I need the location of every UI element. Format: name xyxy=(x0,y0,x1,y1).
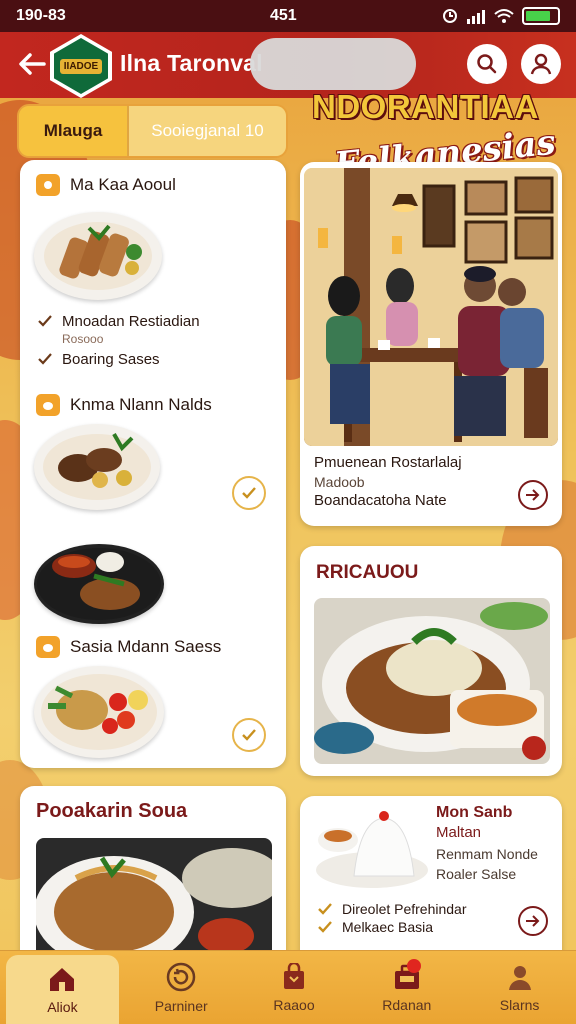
restaurant-photo xyxy=(304,168,558,446)
recommendation-card[interactable]: RRICAUOU xyxy=(300,546,562,776)
profile-icon xyxy=(508,965,531,990)
signal-icon xyxy=(467,10,485,24)
rice-check-1: Direolet Pefrehindar xyxy=(316,900,467,918)
category-tabs: Mlauga Sooiegjanal 10 xyxy=(17,104,288,158)
rice-check-2: Melkaec Basia xyxy=(316,918,433,936)
app-title: Ilna Taronval xyxy=(120,50,263,76)
bag-icon xyxy=(283,962,304,989)
rice-image xyxy=(314,806,432,892)
menu-section-title: Knma Nlann Nalds xyxy=(70,395,212,414)
dish-image-nasi-goreng[interactable] xyxy=(34,666,164,758)
status-icons xyxy=(442,7,560,25)
wifi-icon xyxy=(494,9,514,23)
dish-image-rendang[interactable] xyxy=(34,424,160,510)
refresh-icon xyxy=(166,962,196,991)
status-bar: 190-83 451 xyxy=(0,0,576,32)
menu-card: Ma Kaa Aooul Mnoadan Restiadian Rosooo B… xyxy=(20,160,286,768)
rice-next-button[interactable] xyxy=(518,906,548,936)
promo-title-line1: NDORANTIAA xyxy=(312,88,539,125)
rice-title: Mon Sanb xyxy=(436,804,513,821)
tab-menu[interactable]: Mlauga xyxy=(19,106,129,156)
popular-title: Pooakarin Soua xyxy=(36,800,188,822)
check-icon xyxy=(242,487,256,499)
select-dish-button[interactable] xyxy=(232,476,266,510)
recommendation-title: RRICAUOU xyxy=(316,562,419,583)
restaurant-next-button[interactable] xyxy=(518,480,548,510)
restaurant-detail: Boandacatoha Nate xyxy=(314,492,447,509)
menu-section-title: Sasia Mdann Saess xyxy=(70,637,222,656)
home-icon xyxy=(50,967,75,991)
status-time: 190-83 xyxy=(16,7,66,24)
menu-section-header: Ma Kaa Aooul xyxy=(36,174,176,196)
check-icon xyxy=(318,921,332,933)
popular-image xyxy=(36,838,272,956)
nav-orders[interactable]: Rdanan xyxy=(350,951,463,1024)
nav-refresh[interactable]: Parniner xyxy=(125,951,238,1024)
dish-image-satay[interactable] xyxy=(34,212,162,300)
dish-image-sambal[interactable] xyxy=(34,544,164,624)
rice-card[interactable]: Mon Sanb Maltan Renmam Nonde Roaler Sals… xyxy=(300,796,562,956)
menu-section-header: Sasia Mdann Saess xyxy=(36,636,221,658)
tab-specials[interactable]: Sooiegjanal 10 xyxy=(129,106,286,156)
rice-detail-2: Roaler Salse xyxy=(436,866,517,882)
nav-bag[interactable]: Raaoo xyxy=(238,951,351,1024)
rice-subtitle: Maltan xyxy=(436,824,482,841)
logo-badge: IIADOE xyxy=(59,58,103,74)
check-item-1: Mnoadan Restiadian xyxy=(36,312,200,330)
check-subtext: Rosooo xyxy=(62,332,104,346)
check-item-2: Boaring Sases xyxy=(36,350,160,368)
bread-icon xyxy=(36,636,60,658)
restaurant-subtitle: Madoob xyxy=(314,474,365,490)
arrow-left-icon xyxy=(19,53,46,75)
search-icon xyxy=(477,54,497,74)
recommendation-image xyxy=(314,598,550,764)
check-icon xyxy=(318,903,332,915)
user-icon xyxy=(530,53,552,75)
check-icon xyxy=(38,315,52,327)
arrow-right-icon xyxy=(526,489,540,501)
bottom-navigation: Aliok Parniner Raaoo Rdanan Slarns xyxy=(0,950,576,1024)
battery-icon xyxy=(522,7,560,25)
check-icon xyxy=(38,353,52,365)
profile-button[interactable] xyxy=(521,44,561,84)
rice-detail-1: Renmam Nonde xyxy=(436,846,538,862)
nav-home[interactable]: Aliok xyxy=(6,955,119,1024)
app-logo: IIADOE xyxy=(50,34,112,98)
menu-section-header: Knma Nlann Nalds xyxy=(36,394,212,416)
status-center-text: 451 xyxy=(270,7,297,24)
back-button[interactable] xyxy=(16,50,48,78)
menu-section-title: Ma Kaa Aooul xyxy=(70,175,176,194)
bread-icon xyxy=(36,394,60,416)
arrow-right-icon xyxy=(526,915,540,927)
nav-profile[interactable]: Slarns xyxy=(463,951,576,1024)
food-icon xyxy=(36,174,60,196)
restaurant-card[interactable]: Pmuenean Rostarlalaj Madoob Boandacatoha… xyxy=(300,162,562,526)
select-dish-button[interactable] xyxy=(232,718,266,752)
alarm-icon xyxy=(443,9,457,23)
search-button[interactable] xyxy=(467,44,507,84)
check-icon xyxy=(242,729,256,741)
popular-card[interactable]: Pooakarin Soua xyxy=(20,786,286,956)
restaurant-name: Pmuenean Rostarlalaj xyxy=(314,454,462,471)
